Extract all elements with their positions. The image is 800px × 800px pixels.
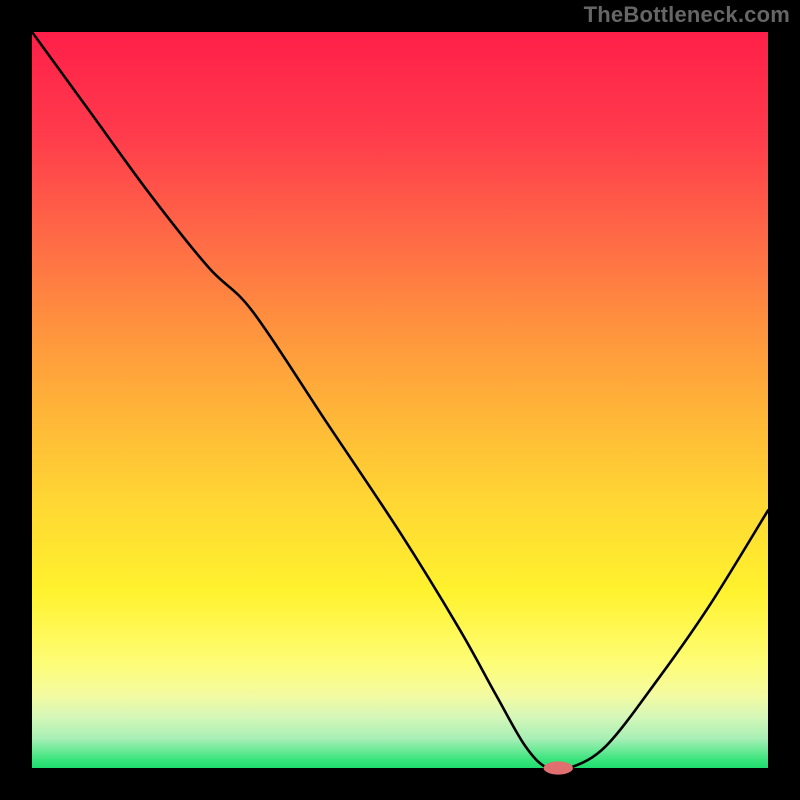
bottleneck-curve — [32, 32, 768, 771]
plot-area — [32, 32, 768, 768]
curve-layer — [32, 32, 768, 768]
chart-container: TheBottleneck.com — [0, 0, 800, 800]
watermark-text: TheBottleneck.com — [584, 2, 790, 28]
optimum-marker — [544, 761, 573, 774]
